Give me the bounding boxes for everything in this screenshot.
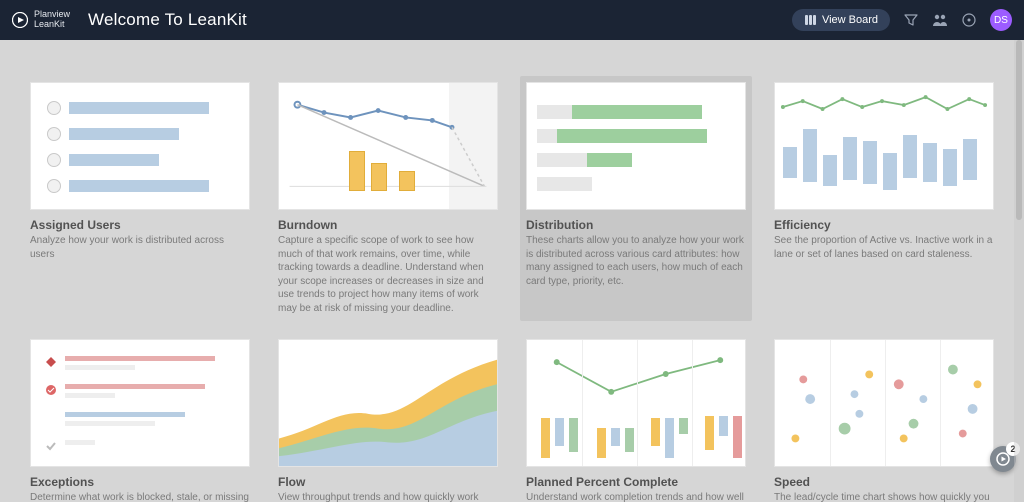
card-thumb: [30, 339, 250, 467]
card-title: Flow: [278, 475, 498, 489]
card-desc: See the proportion of Active vs. Inactiv…: [774, 234, 994, 261]
avatar-initials: DS: [994, 15, 1008, 26]
card-thumb: [30, 82, 250, 210]
board-icon: [804, 14, 816, 26]
card-title: Burndown: [278, 218, 498, 232]
topbar-right: View Board DS: [792, 9, 1012, 31]
card-grid-scroll: Assigned Users Analyze how your work is …: [0, 40, 1024, 502]
check-icon: [45, 440, 57, 452]
card-desc: View throughput trends and how quickly w…: [278, 491, 498, 502]
brand-line-2: LeanKit: [34, 20, 70, 30]
card-title: Exceptions: [30, 475, 250, 489]
app-logo[interactable]: Planview LeanKit: [12, 10, 70, 30]
scrollbar[interactable]: [1014, 40, 1024, 502]
card-title: Speed: [774, 475, 994, 489]
card-thumb: [774, 82, 994, 210]
card-thumb: [526, 339, 746, 467]
card-title: Planned Percent Complete: [526, 475, 746, 489]
card-planned-percent-complete[interactable]: Planned Percent Complete Understand work…: [526, 339, 746, 502]
card-desc: Capture a specific scope of work to see …: [278, 234, 498, 315]
blocked-icon: [45, 356, 57, 368]
card-thumb: [526, 82, 746, 210]
card-desc: These charts allow you to analyze how yo…: [526, 234, 746, 288]
card-desc: Determine what work is blocked, stale, o…: [30, 491, 250, 502]
card-desc: Analyze how your work is distributed acr…: [30, 234, 250, 261]
card-thumb: [774, 339, 994, 467]
intercom-launcher[interactable]: 2: [990, 446, 1016, 472]
card-desc: Understand work completion trends and ho…: [526, 491, 746, 502]
card-assigned-users[interactable]: Assigned Users Analyze how your work is …: [30, 82, 250, 315]
card-burndown[interactable]: Burndown Capture a specific scope of wor…: [278, 82, 498, 315]
card-title: Distribution: [526, 218, 746, 232]
card-thumb: [278, 82, 498, 210]
card-speed[interactable]: Speed The lead/cycle time chart shows ho…: [774, 339, 994, 502]
card-distribution[interactable]: Distribution These charts allow you to a…: [520, 76, 752, 321]
card-title: Assigned Users: [30, 218, 250, 232]
help-icon[interactable]: [962, 13, 976, 27]
view-board-button[interactable]: View Board: [792, 9, 890, 31]
card-desc: The lead/cycle time chart shows how quic…: [774, 491, 994, 502]
view-board-label: View Board: [822, 14, 878, 26]
card-efficiency[interactable]: Efficiency See the proportion of Active …: [774, 82, 994, 315]
stale-icon: [45, 384, 57, 396]
planview-logo-icon: [12, 12, 28, 28]
avatar[interactable]: DS: [990, 9, 1012, 31]
page-title: Welcome To LeanKit: [88, 10, 247, 30]
card-flow[interactable]: Flow View throughput trends and how quic…: [278, 339, 498, 502]
card-grid: Assigned Users Analyze how your work is …: [30, 82, 994, 502]
card-exceptions[interactable]: Exceptions Determine what work is blocke…: [30, 339, 250, 502]
users-icon[interactable]: [932, 13, 948, 27]
scrollbar-thumb[interactable]: [1016, 40, 1022, 220]
topbar: Planview LeanKit Welcome To LeanKit View…: [0, 0, 1024, 40]
filter-icon[interactable]: [904, 13, 918, 27]
card-thumb: [278, 339, 498, 467]
card-title: Efficiency: [774, 218, 994, 232]
